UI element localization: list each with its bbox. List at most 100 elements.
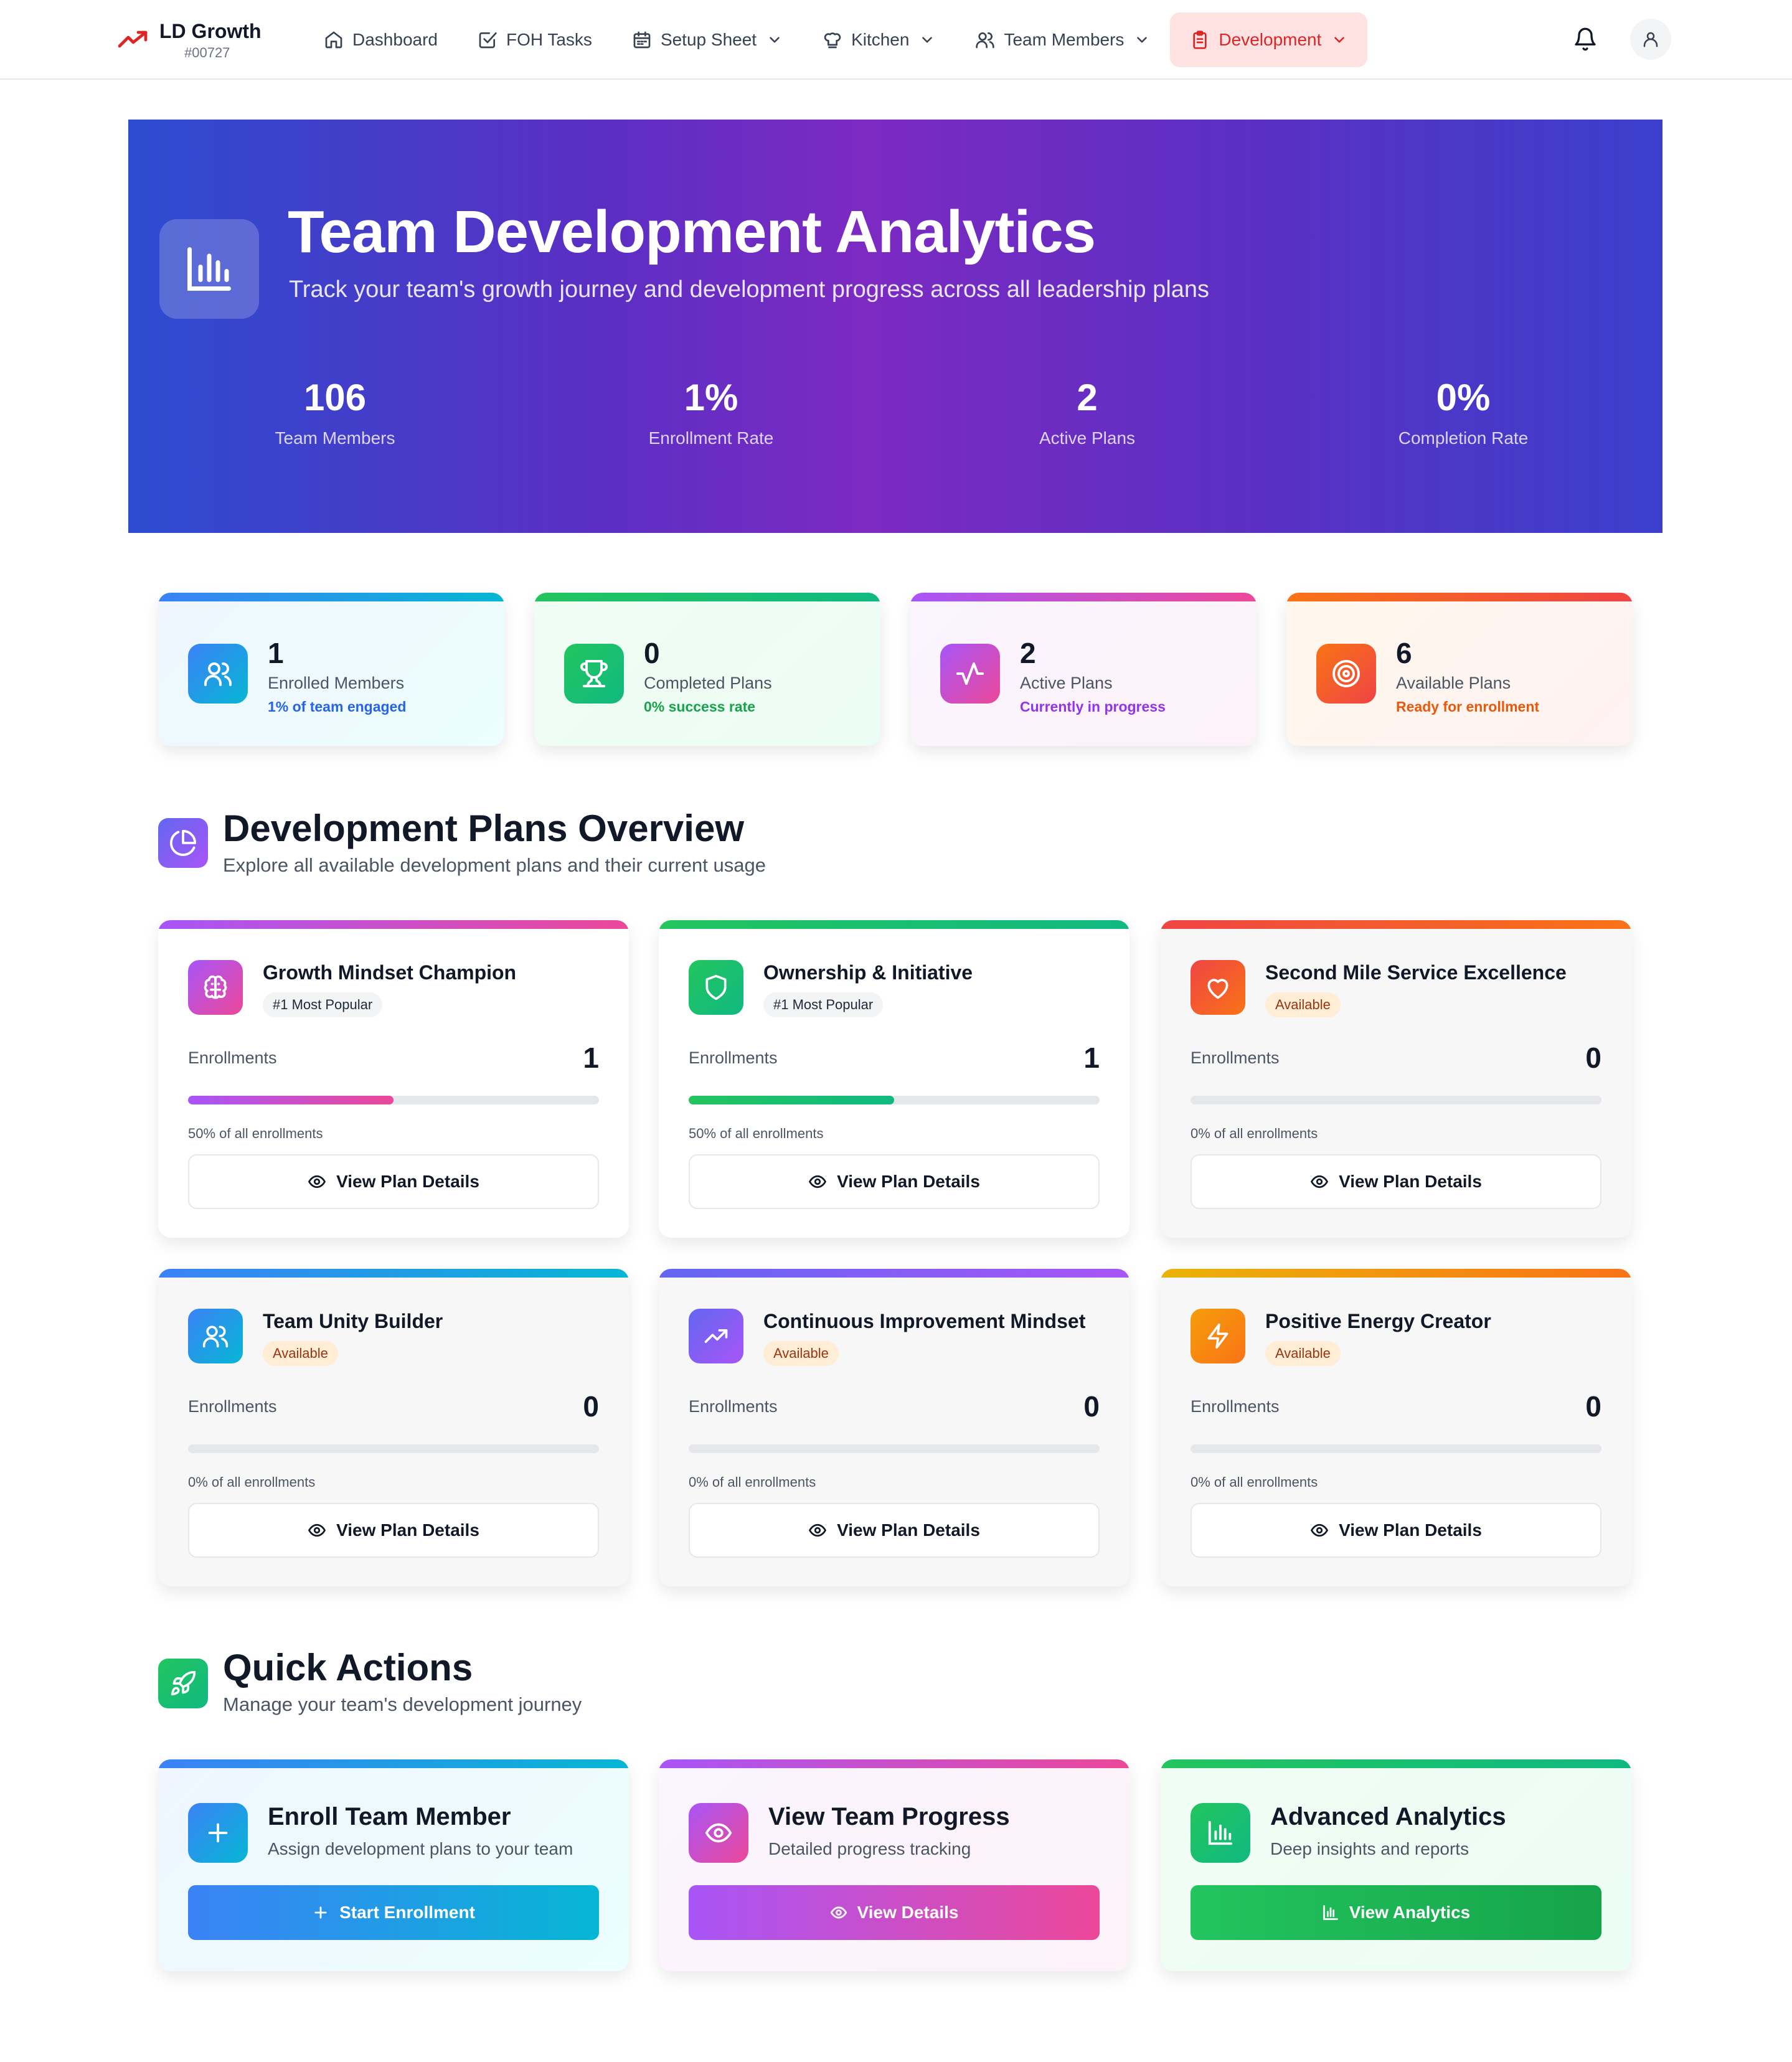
rocket-icon bbox=[171, 1670, 196, 1696]
card-accent-bar bbox=[1286, 593, 1633, 601]
quick-action-title: View Team Progress bbox=[768, 1803, 1010, 1830]
plus-icon bbox=[314, 1906, 327, 1919]
page-subtitle: Track your team's growth journey and dev… bbox=[289, 276, 1210, 303]
enrollments-label: Enrollments bbox=[1191, 1048, 1280, 1067]
progress-fill bbox=[188, 1096, 394, 1104]
hero-stat-value: 1% bbox=[684, 377, 738, 418]
stat-icon-tile bbox=[188, 644, 248, 704]
top-nav: LD Growth #00727 Dashboard FOH Tasks Set… bbox=[0, 0, 1792, 80]
plan-name: Team Unity Builder bbox=[263, 1310, 443, 1332]
nav-item-label: Development bbox=[1219, 30, 1322, 49]
notifications-button[interactable] bbox=[1565, 19, 1605, 59]
hero-stat-completion-rate: 0% Completion Rate bbox=[1275, 376, 1651, 448]
bar-chart-icon bbox=[1208, 1820, 1233, 1845]
stat-card-active-plans: 2 Active Plans Currently in progress bbox=[910, 593, 1257, 746]
view-plan-details-button[interactable]: View Plan Details bbox=[689, 1503, 1100, 1558]
nav-item-dashboard[interactable]: Dashboard bbox=[304, 12, 458, 67]
nav-item-development[interactable]: Development bbox=[1170, 12, 1368, 67]
enrollment-progress-bar bbox=[1191, 1096, 1601, 1104]
chevron-down-icon bbox=[1334, 37, 1345, 43]
enrollment-progress-bar bbox=[188, 1444, 599, 1453]
user-avatar-button[interactable] bbox=[1630, 19, 1671, 60]
view-plan-details-button[interactable]: View Plan Details bbox=[1191, 1503, 1601, 1558]
chef-hat-icon bbox=[824, 32, 841, 49]
plan-card-positive-energy-creator: Positive Energy Creator Available Enroll… bbox=[1161, 1269, 1631, 1586]
stat-label: Enrolled Members bbox=[268, 674, 405, 692]
plan-card-continuous-improvement-mindset: Continuous Improvement Mindset Available… bbox=[659, 1269, 1129, 1586]
nav-item-setup-sheet[interactable]: Setup Sheet bbox=[612, 12, 803, 67]
plan-status-badge: #1 Most Popular bbox=[763, 992, 884, 1017]
view-details-button[interactable]: View Details bbox=[689, 1885, 1100, 1940]
start-enrollment-button[interactable]: Start Enrollment bbox=[188, 1885, 599, 1940]
enrollment-progress-bar bbox=[689, 1444, 1100, 1453]
plan-icon-tile bbox=[1191, 960, 1245, 1015]
stat-value: 0 bbox=[644, 637, 660, 669]
hero-stat-active-plans: 2 Active Plans bbox=[899, 376, 1275, 448]
button-label: View Analytics bbox=[1349, 1903, 1471, 1922]
enrollment-share-label: 0% of all enrollments bbox=[1191, 1474, 1318, 1490]
nav-item-label: Setup Sheet bbox=[660, 30, 757, 49]
button-label: View Plan Details bbox=[336, 1172, 479, 1191]
trending-up-icon bbox=[118, 31, 148, 48]
bell-icon bbox=[1575, 27, 1596, 51]
brand-name: LD Growth bbox=[159, 20, 262, 42]
view-analytics-button[interactable]: View Analytics bbox=[1191, 1885, 1601, 1940]
plan-icon-tile bbox=[188, 960, 243, 1015]
quick-action-title: Enroll Team Member bbox=[268, 1803, 511, 1830]
card-accent-bar bbox=[659, 920, 1129, 929]
eye-icon bbox=[809, 1175, 827, 1189]
enrollments-count: 0 bbox=[1585, 1390, 1601, 1423]
stat-subtext: 1% of team engaged bbox=[268, 699, 407, 715]
stat-value: 2 bbox=[1020, 637, 1036, 669]
view-plan-details-button[interactable]: View Plan Details bbox=[188, 1154, 599, 1209]
enrollments-label: Enrollments bbox=[689, 1397, 778, 1416]
quick-action-title: Advanced Analytics bbox=[1270, 1803, 1506, 1830]
brand[interactable]: LD Growth #00727 bbox=[118, 19, 262, 62]
enrollments-label: Enrollments bbox=[1191, 1397, 1280, 1416]
nav-item-label: Dashboard bbox=[352, 30, 438, 49]
stat-card-enrolled-members: 1 Enrolled Members 1% of team engaged bbox=[158, 593, 504, 746]
button-label: View Plan Details bbox=[1339, 1172, 1482, 1191]
enrollments-label: Enrollments bbox=[188, 1397, 277, 1416]
nav-menu: Dashboard FOH Tasks Setup Sheet Kitchen … bbox=[304, 12, 1368, 67]
stat-label: Completed Plans bbox=[644, 674, 772, 692]
hero-banner: Team Development Analytics Track your te… bbox=[128, 120, 1662, 533]
quick-actions-subtitle: Manage your team's development journey bbox=[223, 1693, 582, 1715]
plan-icon-tile bbox=[689, 960, 743, 1015]
store-code: #00727 bbox=[184, 45, 230, 60]
enrollments-count: 0 bbox=[583, 1390, 599, 1423]
button-label: View Plan Details bbox=[1339, 1520, 1482, 1540]
chevron-down-icon bbox=[1137, 37, 1148, 43]
card-accent-bar bbox=[910, 593, 1257, 601]
hero-stat-value: 0% bbox=[1436, 377, 1491, 418]
stat-value: 1 bbox=[268, 637, 284, 669]
page: LD Growth #00727 Dashboard FOH Tasks Set… bbox=[0, 0, 1792, 2062]
quick-action-subtitle: Assign development plans to your team bbox=[268, 1839, 573, 1858]
bar-chart-icon bbox=[187, 247, 231, 291]
stat-value: 6 bbox=[1396, 637, 1412, 669]
users-icon bbox=[976, 32, 995, 49]
hero-stat-value: 2 bbox=[1077, 377, 1098, 418]
nav-item-foh-tasks[interactable]: FOH Tasks bbox=[458, 12, 612, 67]
card-accent-bar bbox=[659, 1269, 1129, 1278]
view-plan-details-button[interactable]: View Plan Details bbox=[689, 1154, 1100, 1209]
nav-item-team-members[interactable]: Team Members bbox=[955, 12, 1170, 67]
enrollment-progress-bar bbox=[188, 1096, 599, 1104]
plan-icon-tile bbox=[689, 1309, 743, 1363]
view-plan-details-button[interactable]: View Plan Details bbox=[188, 1503, 599, 1558]
user-icon bbox=[1643, 32, 1658, 47]
page-title: Team Development Analytics bbox=[288, 199, 1096, 265]
nav-item-kitchen[interactable]: Kitchen bbox=[803, 12, 955, 67]
quick-actions-title: Quick Actions bbox=[223, 1647, 473, 1688]
stat-label: Available Plans bbox=[1396, 674, 1511, 692]
plans-section-icon-tile bbox=[158, 818, 208, 868]
enrollment-share-label: 0% of all enrollments bbox=[1191, 1126, 1318, 1141]
hero-stat-label: Enrollment Rate bbox=[648, 428, 774, 448]
plans-section-title: Development Plans Overview bbox=[223, 807, 745, 849]
card-accent-bar bbox=[534, 593, 880, 601]
enrollments-count: 1 bbox=[583, 1042, 599, 1074]
view-plan-details-button[interactable]: View Plan Details bbox=[1191, 1154, 1601, 1209]
enrollments-label: Enrollments bbox=[689, 1048, 778, 1067]
stat-icon-tile bbox=[1316, 644, 1376, 704]
stat-card-available-plans: 6 Available Plans Ready for enrollment bbox=[1286, 593, 1633, 746]
